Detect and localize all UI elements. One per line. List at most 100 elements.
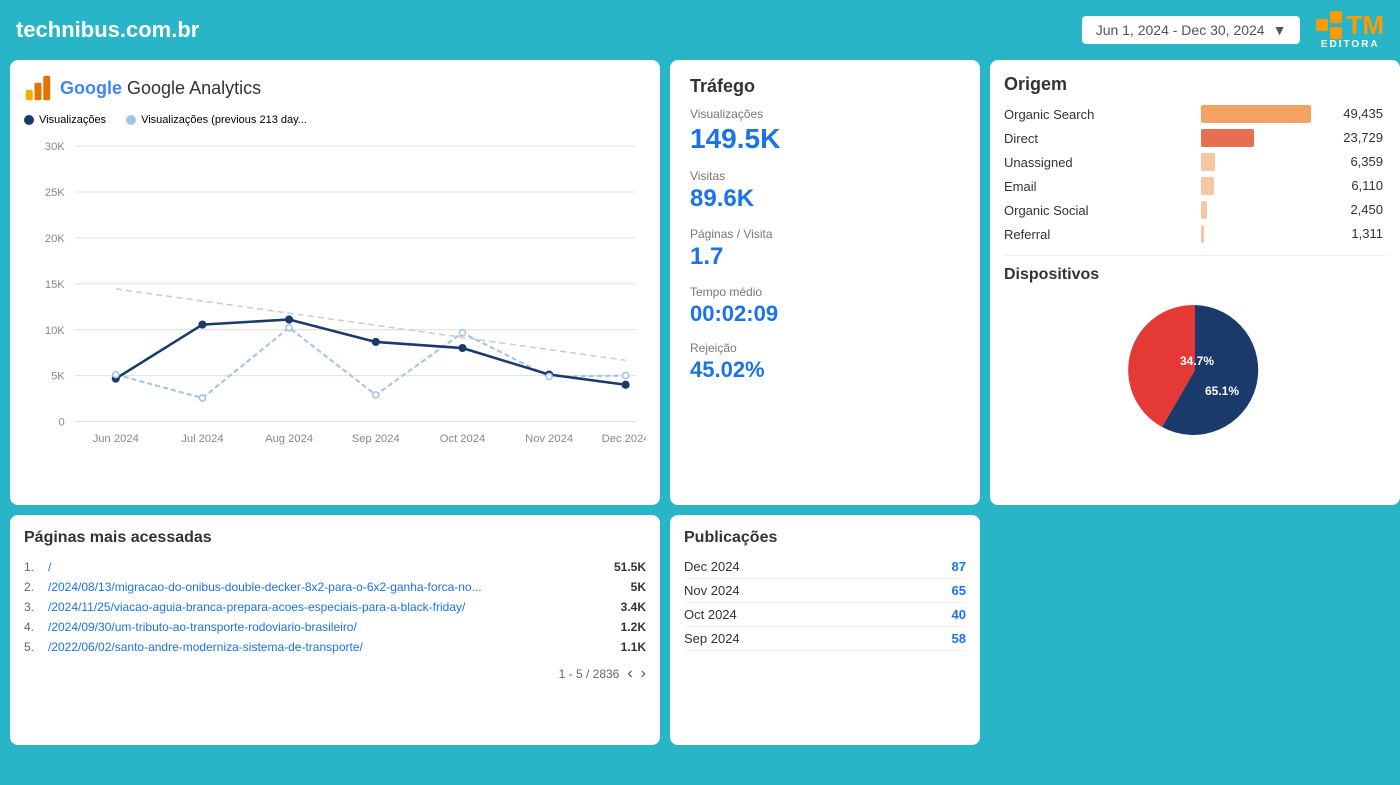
paginas-url[interactable]: /2024/11/25/viacao-aguia-branca-prepara-… [48,600,596,614]
paginas-row: 3. /2024/11/25/viacao-aguia-branca-prepa… [24,597,646,617]
origem-table: Organic Search 49,435 Direct 23,729 Unas… [1004,105,1386,243]
origem-name: Email [1004,179,1201,194]
legend-prev: Visualizações (previous 213 day... [126,114,307,126]
svg-text:Jul 2024: Jul 2024 [181,433,223,445]
paginas-val: 5K [596,580,646,594]
origem-bar [1201,105,1311,123]
origem-bar-wrap: 6,110 [1201,177,1331,195]
paginas-url[interactable]: /2024/08/13/migracao-do-onibus-double-de… [48,580,596,594]
pie-chart-container: 34.7% 65.1% [1004,290,1386,450]
svg-text:25K: 25K [45,187,65,199]
svg-text:30K: 30K [45,141,65,153]
origem-dispositivos-card: Origem Organic Search 49,435 Direct 23,7… [990,60,1400,505]
analytics-card: Google Google Analytics Visualizações Vi… [10,60,660,505]
publicacoes-table: Dec 2024 87 Nov 2024 65 Oct 2024 40 Sep … [684,555,966,651]
origem-name: Organic Social [1004,203,1201,218]
logo-svg [1316,11,1344,39]
tempo-label: Tempo médio [690,285,960,299]
svg-text:Aug 2024: Aug 2024 [265,433,313,445]
origem-value: 6,359 [1350,154,1383,169]
header-right: Jun 1, 2024 - Dec 30, 2024 ▼ TM EDITORA [1082,11,1384,50]
origem-name: Referral [1004,227,1201,242]
legend-dot-prev [126,115,136,125]
origem-bar-wrap: 49,435 [1201,105,1331,123]
paginas-label: Páginas / Visita [690,227,960,241]
pub-val: 87 [926,559,966,574]
origem-value: 6,110 [1351,178,1383,193]
svg-text:Jun 2024: Jun 2024 [93,433,139,445]
analytics-title: Google Google Analytics [60,78,261,99]
svg-text:34.7%: 34.7% [1180,354,1214,368]
origem-row: Organic Social 2,450 [1004,201,1386,219]
logo-tm: TM [1346,12,1384,38]
pub-row: Oct 2024 40 [684,603,966,627]
paginas-num: 4. [24,620,48,634]
origem-value: 1,311 [1351,226,1383,241]
paginas-num: 2. [24,580,48,594]
pub-date: Dec 2024 [684,559,926,574]
paginas-row: 5. /2022/06/02/santo-andre-moderniza-sis… [24,637,646,657]
svg-text:65.1%: 65.1% [1205,384,1239,398]
pub-val: 40 [926,607,966,622]
paginas-row: 2. /2024/08/13/migracao-do-onibus-double… [24,577,646,597]
paginas-val: 3.4K [596,600,646,614]
visualizacoes-label: Visualizações [690,107,960,121]
pub-row: Dec 2024 87 [684,555,966,579]
paginas-num: 5. [24,640,48,654]
paginas-title: Páginas mais acessadas [24,529,646,547]
tempo-value: 00:02:09 [690,301,960,327]
rejeicao-label: Rejeição [690,341,960,355]
analytics-chart: 30K 25K 20K 15K 10K 5K 0 Jun 2024 Jul 20… [24,134,646,454]
origem-name: Unassigned [1004,155,1201,170]
paginas-prev-btn[interactable]: ‹ [627,665,632,683]
publicacoes-card: Publicações Dec 2024 87 Nov 2024 65 Oct … [670,515,980,745]
rejeicao-value: 45.02% [690,357,960,383]
logo-icon: TM [1316,11,1384,39]
origem-row: Direct 23,729 [1004,129,1386,147]
legend-current: Visualizações [24,114,106,126]
paginas-num: 1. [24,560,48,574]
paginas-card: Páginas mais acessadas 1. / 51.5K 2. /20… [10,515,660,745]
paginas-val: 1.1K [596,640,646,654]
date-range-value: Jun 1, 2024 - Dec 30, 2024 [1096,22,1265,38]
origem-value: 2,450 [1350,202,1383,217]
date-range-selector[interactable]: Jun 1, 2024 - Dec 30, 2024 ▼ [1082,16,1301,44]
origem-row: Email 6,110 [1004,177,1386,195]
site-title: technibus.com.br [16,17,199,43]
paginas-url[interactable]: /2022/06/02/santo-andre-moderniza-sistem… [48,640,596,654]
dropdown-arrow[interactable]: ▼ [1273,22,1287,38]
origem-bar [1201,225,1204,243]
svg-text:0: 0 [59,417,65,429]
pub-row: Nov 2024 65 [684,579,966,603]
origem-bar-wrap: 6,359 [1201,153,1331,171]
paginas-next-btn[interactable]: › [641,665,646,683]
origem-row: Organic Search 49,435 [1004,105,1386,123]
paginas-val: 51.5K [596,560,646,574]
analytics-header: Google Google Analytics [24,74,646,102]
svg-text:5K: 5K [51,371,65,383]
origem-name: Organic Search [1004,107,1201,122]
origem-bar [1201,177,1214,195]
logo: TM EDITORA [1316,11,1384,50]
paginas-page-info: 1 - 5 / 2836 [559,667,620,681]
svg-text:Dec 2024: Dec 2024 [602,433,646,445]
legend-dot-current [24,115,34,125]
origem-value: 49,435 [1343,106,1383,121]
visitas-label: Visitas [690,169,960,183]
paginas-url[interactable]: / [48,560,596,574]
paginas-num: 3. [24,600,48,614]
svg-text:Oct 2024: Oct 2024 [440,433,485,445]
pub-val: 58 [926,631,966,646]
pub-date: Nov 2024 [684,583,926,598]
origem-bar-wrap: 2,450 [1201,201,1331,219]
origem-bar-wrap: 23,729 [1201,129,1331,147]
paginas-value: 1.7 [690,243,960,271]
origem-title: Origem [1004,74,1386,95]
ga-icon [24,74,52,102]
svg-text:10K: 10K [45,325,65,337]
pub-row: Sep 2024 58 [684,627,966,651]
visitas-value: 89.6K [690,185,960,213]
origem-name: Direct [1004,131,1201,146]
paginas-row: 4. /2024/09/30/um-tributo-ao-transporte-… [24,617,646,637]
paginas-url[interactable]: /2024/09/30/um-tributo-ao-transporte-rod… [48,620,596,634]
